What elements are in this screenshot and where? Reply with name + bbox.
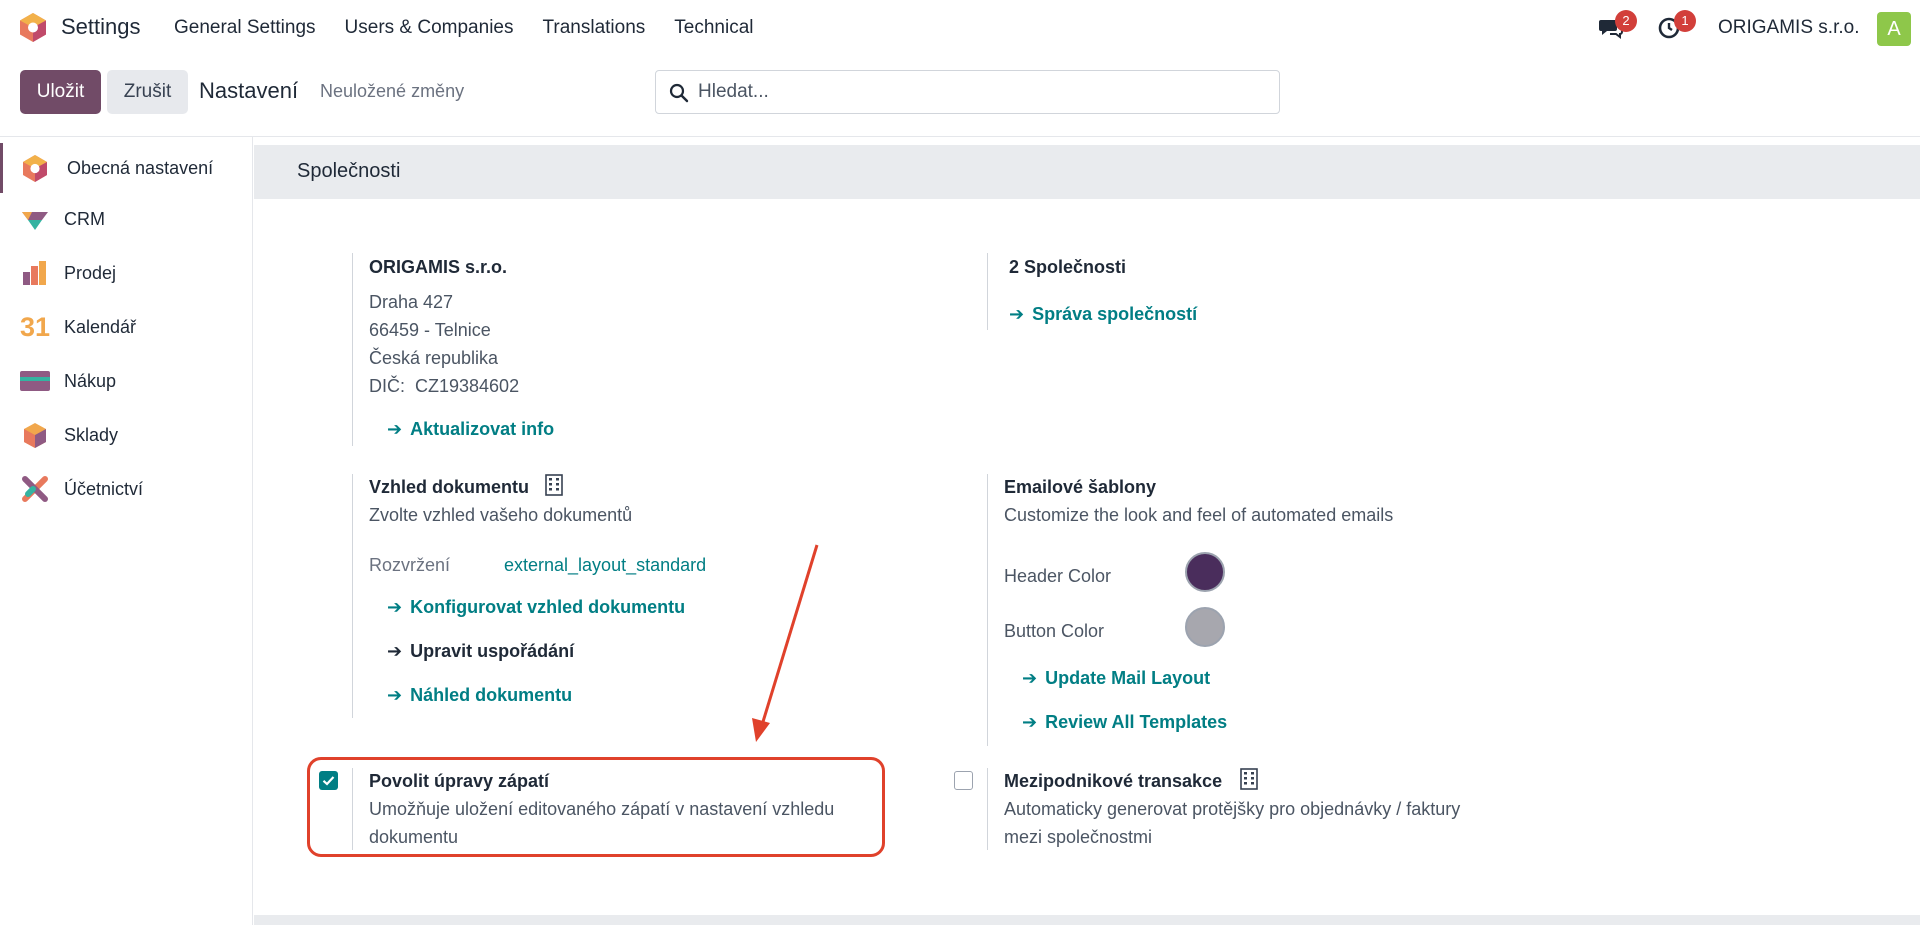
search-box[interactable]	[655, 70, 1280, 114]
sidebar-item-inventory[interactable]: Sklady	[0, 410, 252, 460]
sidebar-item-calendar[interactable]: 31 Kalendář	[0, 302, 252, 352]
inventory-icon	[24, 423, 46, 448]
arrow-right-icon: ➔	[1022, 712, 1038, 732]
divider	[352, 474, 353, 718]
multi-company-building-icon	[545, 474, 563, 496]
purchase-icon	[20, 371, 50, 391]
header-color-label: Header Color	[1004, 566, 1112, 586]
sidebar-item-accounting[interactable]: Účetnictví	[0, 464, 252, 514]
review-all-templates-link[interactable]: ➔ Review All Templates	[1022, 712, 1227, 733]
document-layout-title: Vzhled dokumentu	[369, 477, 530, 497]
app-title[interactable]: Settings	[61, 14, 141, 40]
divider	[352, 253, 353, 446]
sidebar-item-label: Účetnictví	[64, 478, 144, 499]
search-input[interactable]	[698, 79, 1258, 105]
odoo-logo-icon[interactable]	[18, 12, 48, 43]
cancel-button[interactable]: Zrušit	[107, 70, 188, 114]
update-mail-layout-link[interactable]: ➔ Update Mail Layout	[1022, 668, 1210, 689]
inter-company-description: Automaticky generovat protějšky pro obje…	[1004, 799, 1461, 819]
arrow-right-icon: ➔	[387, 419, 403, 439]
sidebar-item-sales[interactable]: Prodej	[0, 248, 252, 298]
sales-icon	[23, 261, 46, 285]
messages-badge: 2	[1615, 10, 1637, 32]
layout-value-field[interactable]: external_layout_standard	[504, 551, 706, 579]
email-templates-title: Emailové šablony	[1004, 477, 1157, 497]
sidebar-item-crm[interactable]: CRM	[0, 194, 252, 244]
menu-translations[interactable]: Translations	[542, 17, 645, 39]
user-avatar[interactable]: A	[1877, 12, 1911, 46]
company-switcher[interactable]: ORIGAMIS s.r.o.	[1718, 17, 1859, 39]
button-color-label: Button Color	[1004, 621, 1105, 641]
activities-badge: 1	[1674, 10, 1696, 32]
companies-count: 2 Společnosti	[1009, 257, 1127, 277]
layout-label: Rozvržení	[369, 555, 451, 575]
company-country: Česká republika	[369, 348, 499, 368]
settings-icon	[23, 155, 47, 182]
arrow-right-icon: ➔	[387, 685, 403, 705]
update-info-link[interactable]: ➔ Aktualizovat info	[387, 419, 554, 440]
sidebar-item-label: Nákup	[64, 370, 117, 391]
arrow-right-icon: ➔	[1009, 304, 1025, 324]
menu-general-settings[interactable]: General Settings	[174, 17, 316, 39]
accounting-icon	[22, 476, 48, 502]
calendar-icon: 31	[20, 312, 51, 342]
top-menu: General Settings Users & Companies Trans…	[174, 17, 783, 39]
arrow-right-icon: ➔	[387, 597, 403, 617]
sidebar-item-label: Sklady	[64, 424, 119, 445]
company-name: ORIGAMIS s.r.o.	[369, 257, 508, 277]
company-street: Draha 427	[369, 292, 454, 312]
section-title: Společnosti	[297, 160, 401, 182]
sidebar-item-label: Kalendář	[64, 316, 137, 337]
divider	[987, 768, 988, 850]
menu-technical[interactable]: Technical	[674, 17, 753, 39]
sidebar-item-label: Prodej	[64, 262, 117, 283]
section-header: Společnosti	[254, 145, 1920, 199]
inter-company-title: Mezipodnikové transakce	[1004, 771, 1223, 791]
arrow-right-icon: ➔	[1022, 668, 1038, 688]
preview-document-link[interactable]: ➔ Náhled dokumentu	[387, 685, 572, 706]
sidebar-item-general-settings[interactable]: Obecná nastavení	[0, 143, 252, 193]
configure-document-layout-link[interactable]: ➔ Konfigurovat vzhled dokumentu	[387, 597, 685, 618]
top-navbar: Settings General Settings Users & Compan…	[0, 0, 1920, 56]
section-footer-strip	[254, 915, 1920, 925]
menu-users-companies[interactable]: Users & Companies	[345, 17, 514, 39]
settings-sidebar: Obecná nastavení CRM Prodej 31 Kalendář …	[0, 137, 253, 925]
divider	[987, 253, 988, 330]
unsaved-status: Neuložené změny	[320, 81, 465, 101]
crm-icon	[22, 212, 48, 230]
save-button[interactable]: Uložit	[20, 70, 101, 114]
inter-company-description-cont: mezi společnostmi	[1004, 827, 1153, 847]
company-vat: DIČ: CZ19384602	[369, 376, 520, 396]
button-color-picker[interactable]	[1185, 607, 1225, 647]
edit-layout-link[interactable]: ➔ Upravit uspořádání	[387, 641, 574, 662]
header-color-picker[interactable]	[1185, 552, 1225, 592]
sidebar-item-label: CRM	[64, 208, 105, 229]
arrow-right-icon: ➔	[387, 641, 403, 661]
multi-company-building-icon	[1240, 768, 1258, 790]
sidebar-item-purchase[interactable]: Nákup	[0, 356, 252, 406]
email-templates-description: Customize the look and feel of automated…	[1004, 505, 1394, 525]
sidebar-item-label: Obecná nastavení	[67, 157, 214, 178]
document-layout-description: Zvolte vzhled vašeho dokumentů	[369, 505, 633, 525]
company-city: 66459 - Telnice	[369, 320, 491, 340]
divider	[987, 474, 988, 746]
search-icon	[669, 83, 689, 103]
divider	[0, 136, 1920, 137]
manage-companies-link[interactable]: ➔ Správa společností	[1009, 304, 1197, 325]
inter-company-checkbox[interactable]	[954, 771, 973, 790]
breadcrumb: Nastavení	[199, 78, 299, 103]
annotation-highlight-box	[307, 757, 885, 857]
